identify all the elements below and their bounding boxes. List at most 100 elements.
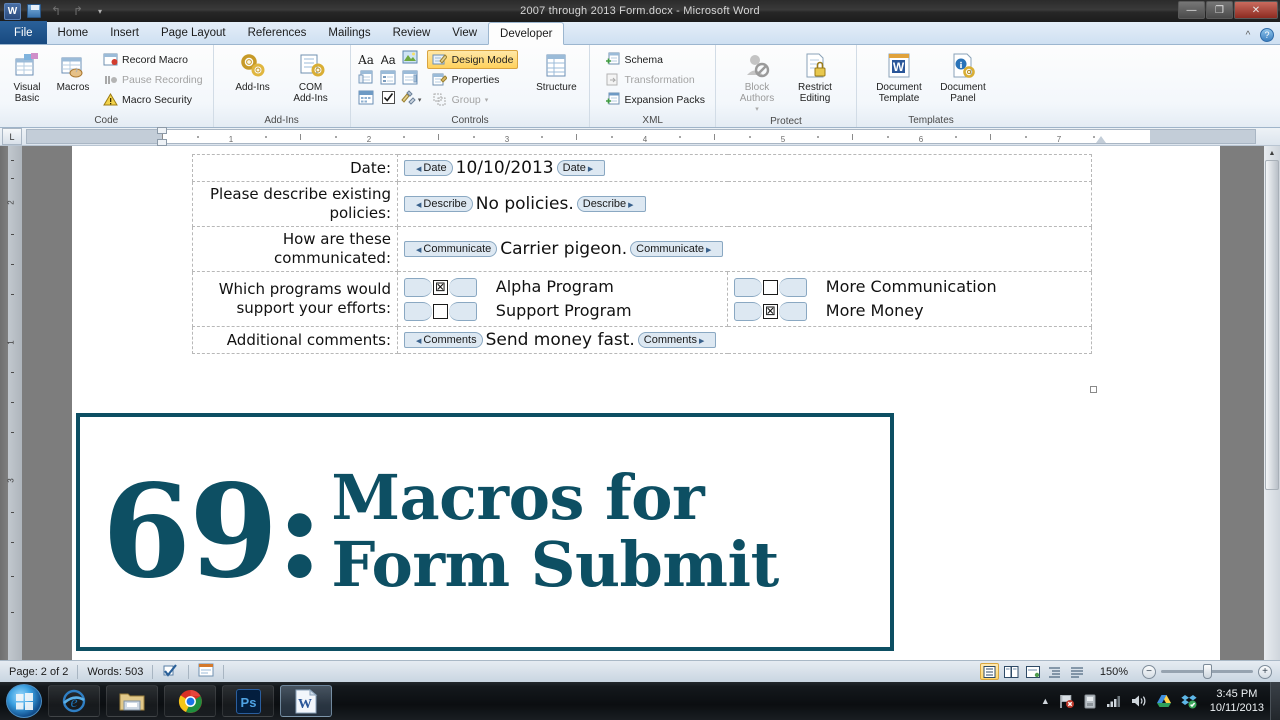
row-value-date[interactable]: ◀ Date 10/10/2013 Date ▶ bbox=[397, 154, 1092, 182]
content-control-tag-left[interactable]: ◀ Comments bbox=[404, 332, 483, 348]
chevron-down-icon[interactable]: ▾ bbox=[418, 96, 422, 104]
add-ins-button[interactable]: Add-Ins bbox=[225, 48, 281, 93]
network-icon[interactable] bbox=[1106, 694, 1122, 708]
horizontal-ruler[interactable]: L 1 2 3 4 5 6 7 bbox=[0, 127, 1280, 146]
content-control-comments[interactable]: ◀ Comments Send money fast. Comments ▶ bbox=[404, 330, 717, 350]
web-layout-view-button[interactable] bbox=[1024, 663, 1043, 680]
language-button[interactable] bbox=[189, 661, 223, 683]
zoom-track[interactable] bbox=[1161, 664, 1253, 679]
checkbox-more-communication[interactable] bbox=[763, 280, 778, 295]
clock[interactable]: 3:45 PM 10/11/2013 bbox=[1206, 687, 1264, 715]
table-resize-handle[interactable] bbox=[1090, 386, 1097, 393]
tab-stop-selector[interactable]: L bbox=[2, 128, 22, 145]
combo-box-content-control-button[interactable] bbox=[378, 70, 399, 89]
structure-button[interactable]: Structure bbox=[528, 48, 584, 93]
tab-developer[interactable]: Developer bbox=[488, 22, 565, 45]
row-value-programs-right[interactable]: More Communication ⊠ More Money bbox=[727, 271, 1092, 327]
design-mode-button[interactable]: Design Mode bbox=[426, 50, 519, 69]
taskbar-item-adobe-photoshop[interactable]: Ps bbox=[222, 685, 274, 717]
start-button[interactable] bbox=[6, 684, 42, 718]
check-box-content-control-button[interactable] bbox=[378, 90, 399, 109]
proofing-errors-button[interactable] bbox=[153, 661, 188, 683]
expansion-packs-button[interactable]: Expansion Packs bbox=[599, 90, 710, 109]
content-control-tag-right[interactable]: Describe ▶ bbox=[576, 196, 646, 212]
close-button[interactable]: ✕ bbox=[1234, 1, 1278, 19]
drop-down-list-content-control-button[interactable] bbox=[400, 70, 421, 89]
removable-media-icon[interactable] bbox=[1083, 694, 1097, 709]
first-line-indent-marker[interactable] bbox=[157, 127, 167, 134]
date-picker-content-control-button[interactable] bbox=[356, 90, 377, 109]
draft-view-button[interactable] bbox=[1068, 663, 1087, 680]
legacy-tools-button[interactable]: ▾ bbox=[400, 89, 422, 109]
scroll-up-icon[interactable]: ▲ bbox=[1264, 146, 1280, 160]
zoom-level[interactable]: 150% bbox=[1090, 661, 1134, 683]
page-indicator[interactable]: Page: 2 of 2 bbox=[0, 661, 77, 683]
content-control-tag-right[interactable]: Date ▶ bbox=[556, 160, 606, 176]
schema-button[interactable]: Schema bbox=[599, 50, 710, 69]
ruler-bar[interactable]: 1 2 3 4 5 6 7 bbox=[26, 127, 1256, 146]
tab-view[interactable]: View bbox=[441, 22, 488, 44]
vertical-scrollbar[interactable]: ▲ bbox=[1264, 146, 1280, 660]
picture-content-control-button[interactable] bbox=[400, 50, 421, 69]
show-desktop-button[interactable] bbox=[1270, 682, 1280, 720]
checkbox-content-control[interactable]: ⊠ bbox=[404, 278, 477, 297]
help-icon[interactable]: ? bbox=[1260, 28, 1274, 42]
checkbox-row-alpha-program[interactable]: ⊠ Alpha Program bbox=[404, 275, 721, 299]
checkbox-row-support-program[interactable]: Support Program bbox=[404, 299, 721, 323]
taskbar-item-microsoft-word[interactable]: W bbox=[280, 685, 332, 717]
restrict-editing-button[interactable]: Restrict Editing bbox=[787, 48, 843, 104]
print-layout-view-button[interactable] bbox=[979, 663, 999, 680]
plain-text-content-control-button[interactable]: Aa bbox=[378, 50, 399, 69]
flag-action-center-icon[interactable] bbox=[1059, 694, 1074, 709]
google-drive-icon[interactable] bbox=[1156, 694, 1172, 708]
content-control-tag-right[interactable]: Communicate ▶ bbox=[630, 241, 724, 257]
right-indent-marker[interactable] bbox=[1096, 136, 1106, 143]
full-screen-reading-view-button[interactable] bbox=[1002, 663, 1021, 680]
scrollbar-thumb[interactable] bbox=[1265, 160, 1279, 490]
restore-button[interactable]: ❐ bbox=[1206, 1, 1233, 19]
visual-basic-button[interactable]: Visual Basic bbox=[5, 48, 49, 104]
zoom-thumb[interactable] bbox=[1203, 664, 1212, 679]
row-value-communicated[interactable]: ◀ Communicate Carrier pigeon. Communicate… bbox=[397, 226, 1092, 272]
chevron-up-icon[interactable]: ^ bbox=[1241, 28, 1255, 42]
document-panel-button[interactable]: Document Panel bbox=[932, 48, 994, 104]
checkbox-alpha-program[interactable]: ⊠ bbox=[433, 280, 448, 295]
record-macro-button[interactable]: Record Macro bbox=[97, 50, 208, 69]
content-control-value[interactable]: Send money fast. bbox=[483, 330, 638, 350]
checkbox-support-program[interactable] bbox=[433, 304, 448, 319]
minimize-button[interactable]: — bbox=[1178, 1, 1205, 19]
checkbox-content-control[interactable] bbox=[404, 302, 477, 321]
show-hidden-icons-button[interactable]: ▲ bbox=[1041, 696, 1050, 706]
checkbox-row-more-communication[interactable]: More Communication bbox=[734, 275, 1085, 299]
checkbox-content-control[interactable] bbox=[734, 278, 807, 297]
content-control-value[interactable]: Carrier pigeon. bbox=[497, 239, 630, 259]
zoom-out-button[interactable]: − bbox=[1142, 664, 1156, 679]
row-value-programs-left[interactable]: ⊠ Alpha Program Support Program bbox=[397, 271, 728, 327]
rich-text-content-control-button[interactable]: Aa bbox=[356, 50, 377, 69]
tab-file[interactable]: File bbox=[0, 21, 47, 44]
tab-insert[interactable]: Insert bbox=[99, 22, 150, 44]
macros-button[interactable]: Macros bbox=[51, 48, 95, 93]
tab-home[interactable]: Home bbox=[47, 22, 100, 44]
row-value-comments[interactable]: ◀ Comments Send money fast. Comments ▶ bbox=[397, 326, 1092, 354]
taskbar-item-windows-explorer[interactable] bbox=[106, 685, 158, 717]
content-control-value[interactable]: No policies. bbox=[473, 194, 577, 214]
content-control-describe[interactable]: ◀ Describe No policies. Describe ▶ bbox=[404, 194, 646, 214]
taskbar-item-internet-explorer[interactable]: e bbox=[48, 685, 100, 717]
content-control-date[interactable]: ◀ Date 10/10/2013 Date ▶ bbox=[404, 158, 606, 178]
checkbox-row-more-money[interactable]: ⊠ More Money bbox=[734, 299, 1085, 323]
outline-view-button[interactable] bbox=[1046, 663, 1065, 680]
properties-button[interactable]: Properties bbox=[427, 70, 519, 89]
tab-mailings[interactable]: Mailings bbox=[317, 22, 381, 44]
zoom-slider[interactable]: − + bbox=[1142, 664, 1272, 679]
macro-security-button[interactable]: Macro Security bbox=[97, 90, 208, 109]
content-control-tag-left[interactable]: ◀ Communicate bbox=[404, 241, 498, 257]
tab-page-layout[interactable]: Page Layout bbox=[150, 22, 237, 44]
building-block-gallery-button[interactable] bbox=[356, 70, 377, 89]
content-control-value[interactable]: 10/10/2013 bbox=[453, 158, 557, 178]
row-value-describe[interactable]: ◀ Describe No policies. Describe ▶ bbox=[397, 181, 1092, 227]
zoom-in-button[interactable]: + bbox=[1258, 664, 1272, 679]
tab-review[interactable]: Review bbox=[382, 22, 442, 44]
hanging-indent-marker[interactable] bbox=[157, 139, 167, 146]
dropbox-icon[interactable] bbox=[1181, 694, 1197, 709]
